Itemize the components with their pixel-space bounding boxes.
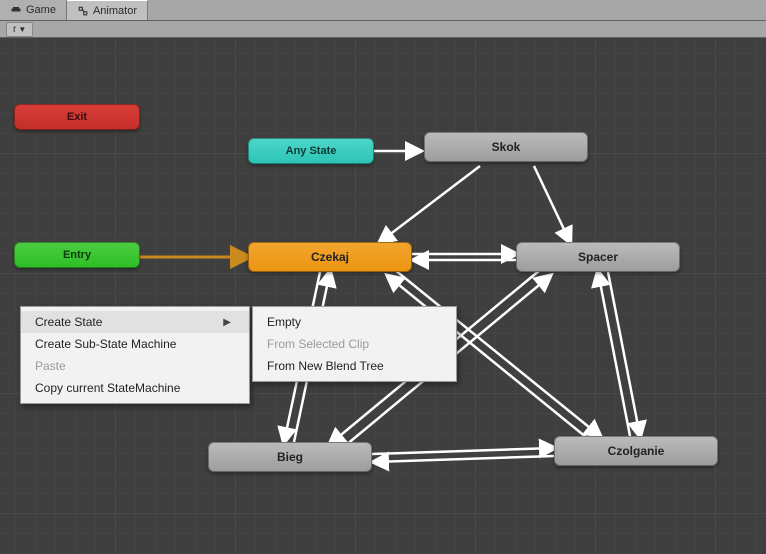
toolbar-dropdown-label: r (13, 24, 16, 35)
node-label: Spacer (578, 250, 618, 264)
node-any-state[interactable]: Any State (248, 138, 374, 164)
node-label: Any State (286, 145, 337, 157)
tab-bar: Game Animator (0, 0, 766, 21)
submenu-from-selected-clip: From Selected Clip (253, 333, 456, 355)
node-label: Skok (492, 140, 521, 154)
game-icon (10, 4, 22, 16)
menu-item-label: From Selected Clip (267, 337, 369, 351)
node-label: Exit (67, 111, 87, 123)
chevron-right-icon: ▶ (223, 317, 231, 328)
sub-toolbar: r ▼ (0, 21, 766, 38)
context-submenu: Empty From Selected Clip From New Blend … (252, 306, 457, 382)
node-skok[interactable]: Skok (424, 132, 588, 162)
tab-animator[interactable]: Animator (67, 0, 148, 20)
node-spacer[interactable]: Spacer (516, 242, 680, 272)
menu-paste: Paste (21, 355, 249, 377)
node-label: Entry (63, 249, 91, 261)
node-czekaj[interactable]: Czekaj (248, 242, 412, 272)
tab-game[interactable]: Game (0, 0, 67, 20)
menu-item-label: Create State (35, 315, 102, 329)
menu-item-label: Create Sub-State Machine (35, 337, 176, 351)
tab-game-label: Game (26, 4, 56, 16)
animator-canvas[interactable]: Exit Entry Any State Czekaj Skok Spacer … (0, 38, 766, 554)
node-label: Bieg (277, 450, 303, 464)
tab-animator-label: Animator (93, 5, 137, 17)
menu-create-state[interactable]: Create State ▶ (21, 311, 249, 333)
menu-item-label: Empty (267, 315, 301, 329)
toolbar-dropdown[interactable]: r ▼ (6, 22, 33, 37)
node-entry[interactable]: Entry (14, 242, 140, 268)
menu-item-label: Copy current StateMachine (35, 381, 180, 395)
node-bieg[interactable]: Bieg (208, 442, 372, 472)
node-exit[interactable]: Exit (14, 104, 140, 130)
node-czolganie[interactable]: Czolganie (554, 436, 718, 466)
menu-item-label: From New Blend Tree (267, 359, 384, 373)
chevron-down-icon: ▼ (18, 25, 26, 34)
menu-item-label: Paste (35, 359, 66, 373)
menu-copy-current-statemachine[interactable]: Copy current StateMachine (21, 377, 249, 399)
menu-create-sub-state-machine[interactable]: Create Sub-State Machine (21, 333, 249, 355)
animator-icon (77, 5, 89, 17)
submenu-from-new-blend-tree[interactable]: From New Blend Tree (253, 355, 456, 377)
context-menu: Create State ▶ Create Sub-State Machine … (20, 306, 250, 404)
node-label: Czekaj (311, 250, 349, 264)
submenu-empty[interactable]: Empty (253, 311, 456, 333)
node-label: Czolganie (608, 444, 665, 458)
